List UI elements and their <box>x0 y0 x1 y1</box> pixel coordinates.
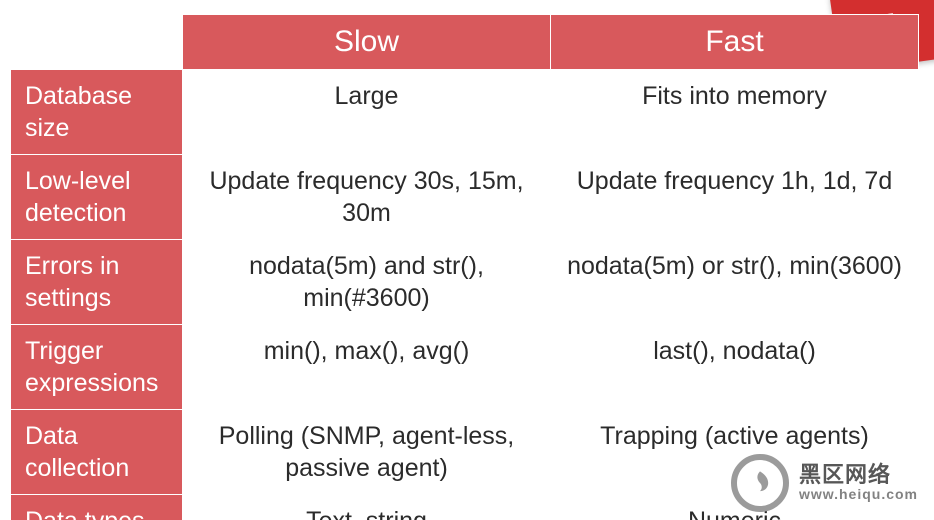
cell-slow: Update frequency 30s, 15m, 30m <box>183 155 551 240</box>
row-label: Data types <box>11 495 183 520</box>
table-row: Low-level detection Update frequency 30s… <box>11 155 919 240</box>
watermark-line1: 黑区网络 <box>799 463 918 487</box>
cell-fast: Fits into memory <box>551 70 919 155</box>
col-header-fast: Fast <box>551 15 919 70</box>
cell-fast: nodata(5m) or str(), min(3600) <box>551 240 919 325</box>
cell-fast: Update frequency 1h, 1d, 7d <box>551 155 919 240</box>
row-label: Errors in settings <box>11 240 183 325</box>
table-corner-cell <box>11 15 183 70</box>
row-label: Data collection <box>11 410 183 495</box>
table-row: Errors in settings nodata(5m) and str(),… <box>11 240 919 325</box>
cell-fast: last(), nodata() <box>551 325 919 410</box>
table-row: Database size Large Fits into memory <box>11 70 919 155</box>
cell-slow: Text, string <box>183 495 551 520</box>
row-label: Low-level detection <box>11 155 183 240</box>
page-canvas: PE Slow Fast Database size Large Fits in… <box>0 0 934 520</box>
watermark: 黑区网络 www.heiqu.com <box>731 454 918 512</box>
table-header-row: Slow Fast <box>11 15 919 70</box>
comparison-table: Slow Fast Database size Large Fits into … <box>10 14 919 520</box>
row-label: Trigger expressions <box>11 325 183 410</box>
cell-slow: nodata(5m) and str(), min(#3600) <box>183 240 551 325</box>
watermark-text: 黑区网络 www.heiqu.com <box>799 463 918 503</box>
watermark-line2: www.heiqu.com <box>799 487 918 502</box>
table-row: Trigger expressions min(), max(), avg() … <box>11 325 919 410</box>
cell-slow: min(), max(), avg() <box>183 325 551 410</box>
col-header-slow: Slow <box>183 15 551 70</box>
cell-slow: Large <box>183 70 551 155</box>
watermark-logo-icon <box>731 454 789 512</box>
cell-slow: Polling (SNMP, agent-less, passive agent… <box>183 410 551 495</box>
row-label: Database size <box>11 70 183 155</box>
